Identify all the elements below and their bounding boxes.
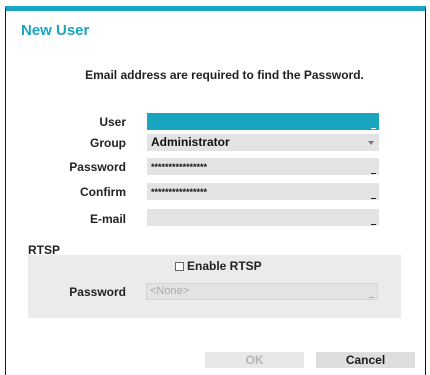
email-label: E-mail <box>89 212 126 226</box>
keyboard-icon <box>371 128 376 129</box>
user-input[interactable] <box>147 113 379 130</box>
keyboard-icon <box>371 173 376 174</box>
enable-rtsp-label: Enable RTSP <box>187 259 262 273</box>
group-select[interactable]: Administrator <box>147 134 379 151</box>
email-input[interactable] <box>147 209 379 226</box>
keyboard-icon <box>369 297 374 298</box>
rtsp-panel: Enable RTSP Password <None> <box>28 255 401 318</box>
enable-rtsp-checkbox[interactable] <box>175 261 184 271</box>
rtsp-password-input[interactable]: <None> <box>146 283 378 300</box>
cancel-button[interactable]: Cancel <box>316 352 415 368</box>
new-user-dialog: New User Email address are required to f… <box>5 6 426 375</box>
confirm-input-value: **************** <box>151 187 208 197</box>
user-label: User <box>99 115 126 129</box>
keyboard-icon <box>371 198 376 199</box>
enable-rtsp-checkbox-row[interactable]: Enable RTSP <box>175 259 262 273</box>
chevron-down-icon <box>368 141 374 145</box>
ok-button[interactable]: OK <box>205 352 304 368</box>
confirm-label: Confirm <box>80 185 126 199</box>
dialog-title: New User <box>21 22 90 39</box>
confirm-password-input[interactable]: **************** <box>147 183 379 200</box>
password-input-value: **************** <box>151 162 208 172</box>
rtsp-password-label: Password <box>69 285 126 299</box>
group-label: Group <box>90 136 126 150</box>
keyboard-icon <box>371 224 376 225</box>
password-input[interactable]: **************** <box>147 158 379 175</box>
group-select-value: Administrator <box>151 135 230 149</box>
rtsp-password-value: <None> <box>150 285 190 297</box>
password-label: Password <box>69 160 126 174</box>
email-notice: Email address are required to find the P… <box>85 68 364 82</box>
